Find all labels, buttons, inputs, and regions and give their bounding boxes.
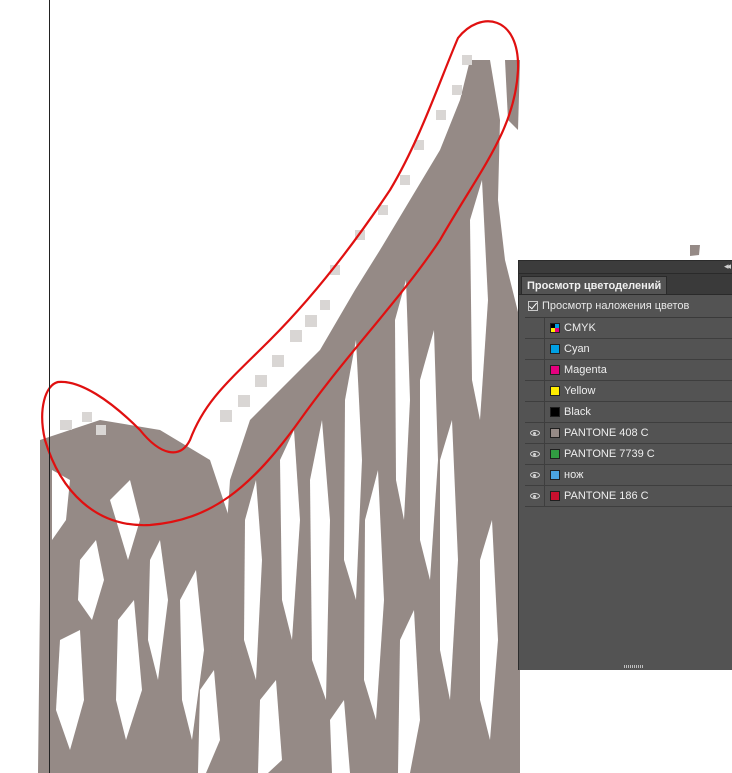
- separation-row-cyan[interactable]: Cyan: [525, 339, 732, 360]
- separation-row-yellow[interactable]: Yellow: [525, 381, 732, 402]
- visibility-toggle[interactable]: [525, 444, 545, 464]
- cmyk-swatch-icon: [550, 323, 560, 333]
- pantone-408-swatch-icon: [550, 428, 560, 438]
- collapse-icon[interactable]: ◂◂: [724, 260, 731, 272]
- separation-label: PANTONE 408 C: [564, 427, 649, 439]
- separation-row-pantone-186[interactable]: PANTONE 186 C: [525, 486, 732, 507]
- eye-icon[interactable]: [529, 430, 540, 436]
- pantone-186-swatch-icon: [550, 491, 560, 501]
- vertical-guide-line: [49, 0, 50, 773]
- tab-separations-preview[interactable]: Просмотр цветоделений: [521, 276, 668, 294]
- visibility-toggle[interactable]: [525, 360, 545, 380]
- cyan-swatch-icon: [550, 344, 560, 354]
- eye-icon[interactable]: [529, 493, 540, 499]
- overprint-preview-label: Просмотр наложения цветов: [542, 300, 690, 312]
- separation-row-black[interactable]: Black: [525, 402, 732, 423]
- separation-label: PANTONE 186 C: [564, 490, 649, 502]
- separation-label: CMYK: [564, 322, 596, 334]
- visibility-toggle[interactable]: [525, 423, 545, 443]
- separation-row-pantone-408[interactable]: PANTONE 408 C: [525, 423, 732, 444]
- visibility-toggle[interactable]: [525, 465, 545, 485]
- pantone-7739-swatch-icon: [550, 449, 560, 459]
- separation-label: PANTONE 7739 C: [564, 448, 655, 460]
- knife-swatch-icon: [550, 470, 560, 480]
- separation-label: Cyan: [564, 343, 590, 355]
- visibility-toggle[interactable]: [525, 402, 545, 422]
- separations-list: CMYK Cyan Magenta Yellow Black PANTONE 4…: [525, 317, 732, 668]
- overprint-preview-checkbox[interactable]: [528, 301, 538, 311]
- separation-label: Magenta: [564, 364, 607, 376]
- overprint-preview-row: Просмотр наложения цветов: [519, 295, 732, 317]
- separation-label: нож: [564, 469, 584, 481]
- magenta-swatch-icon: [550, 365, 560, 375]
- black-swatch-icon: [550, 407, 560, 417]
- separation-row-cmyk[interactable]: CMYK: [525, 318, 732, 339]
- eye-icon[interactable]: [529, 451, 540, 457]
- panel-title-bar: ◂◂: [519, 261, 732, 274]
- visibility-toggle[interactable]: [525, 339, 545, 359]
- panel-tabbar: Просмотр цветоделений: [519, 274, 732, 295]
- separations-preview-panel: ◂◂ Просмотр цветоделений Просмотр наложе…: [518, 260, 732, 670]
- separation-label: Black: [564, 406, 591, 418]
- visibility-toggle[interactable]: [525, 381, 545, 401]
- separation-label: Yellow: [564, 385, 596, 397]
- yellow-swatch-icon: [550, 386, 560, 396]
- separation-row-magenta[interactable]: Magenta: [525, 360, 732, 381]
- visibility-toggle[interactable]: [525, 486, 545, 506]
- separation-row-pantone-7739[interactable]: PANTONE 7739 C: [525, 444, 732, 465]
- panel-resize-grip[interactable]: [624, 665, 644, 668]
- separation-row-knife[interactable]: нож: [525, 465, 732, 486]
- eye-icon[interactable]: [529, 472, 540, 478]
- visibility-toggle[interactable]: [525, 318, 545, 338]
